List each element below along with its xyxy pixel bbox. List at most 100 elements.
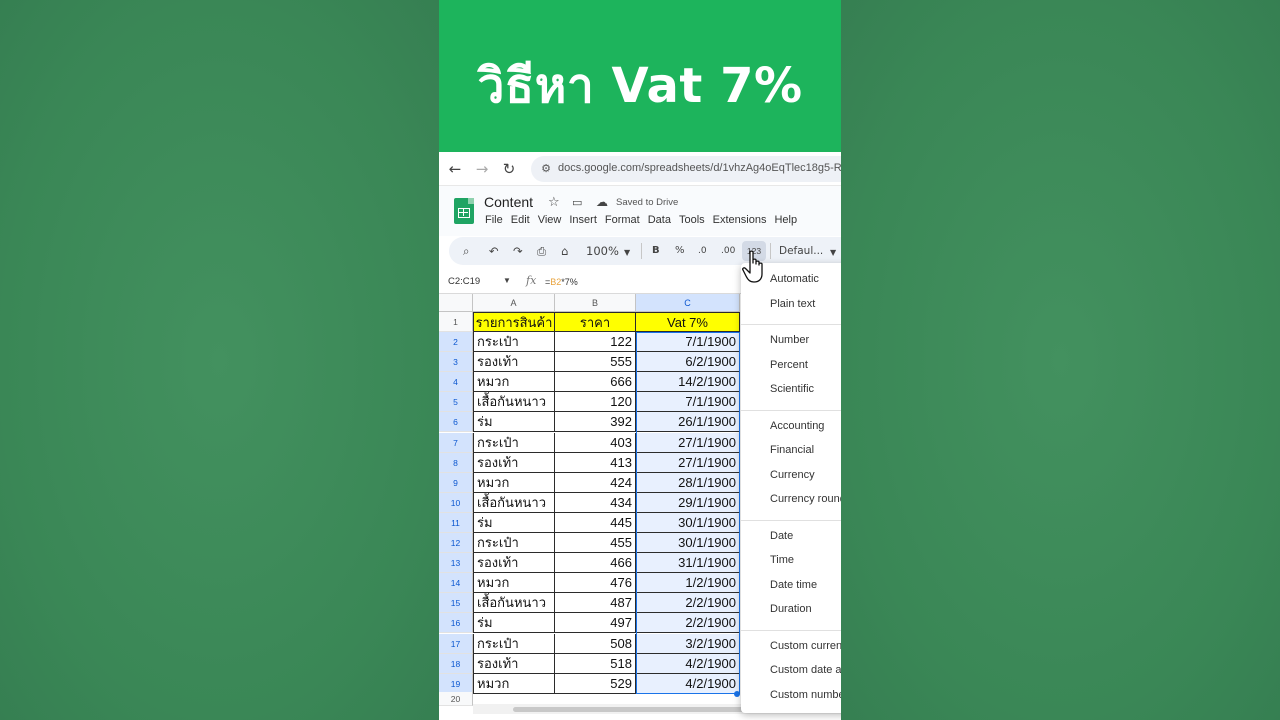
format-option-currency-round[interactable]: Currency round bbox=[770, 493, 841, 505]
print-icon[interactable]: ⎙ bbox=[537, 243, 546, 259]
menu-view[interactable]: View bbox=[538, 214, 562, 226]
row-header[interactable]: 15 bbox=[439, 593, 473, 614]
item-cell[interactable]: เสื้อกันหนาว bbox=[473, 593, 555, 614]
item-cell[interactable]: กระเป๋า bbox=[473, 533, 555, 553]
price-cell[interactable]: 392 bbox=[555, 412, 636, 433]
bold-button[interactable]: B bbox=[652, 243, 660, 259]
doc-title[interactable]: Content bbox=[484, 194, 533, 210]
item-cell[interactable]: ร่ม bbox=[473, 412, 555, 433]
format-option-scientific[interactable]: Scientific bbox=[770, 383, 814, 395]
price-cell[interactable]: 424 bbox=[555, 472, 636, 493]
menu-edit[interactable]: Edit bbox=[511, 214, 530, 226]
price-cell[interactable]: 466 bbox=[555, 553, 636, 574]
price-cell[interactable]: 445 bbox=[555, 512, 636, 533]
price-cell[interactable]: 529 bbox=[555, 673, 636, 694]
row-header[interactable]: 13 bbox=[439, 553, 473, 574]
sheets-logo-icon[interactable] bbox=[454, 198, 474, 224]
price-cell[interactable]: 434 bbox=[555, 492, 636, 513]
move-folder-icon[interactable]: ▭ bbox=[572, 196, 582, 209]
item-cell[interactable]: เสื้อกันหนาว bbox=[473, 392, 555, 413]
header-cell-price[interactable]: ราคา bbox=[555, 312, 636, 332]
reload-icon[interactable]: ↻ bbox=[498, 158, 520, 180]
column-header-c[interactable]: C bbox=[636, 294, 740, 312]
row-header[interactable]: 12 bbox=[439, 533, 473, 553]
menu-extensions[interactable]: Extensions bbox=[713, 214, 767, 226]
item-cell[interactable]: กระเป๋า bbox=[473, 633, 555, 654]
format-option-percent[interactable]: Percent bbox=[770, 359, 808, 371]
item-cell[interactable]: ร่ม bbox=[473, 512, 555, 533]
address-bar[interactable]: ⚙ docs.google.com/spreadsheets/d/1vhzAg4… bbox=[531, 156, 841, 182]
price-cell[interactable]: 122 bbox=[555, 332, 636, 352]
item-cell[interactable]: หมวก bbox=[473, 372, 555, 393]
format-option-duration[interactable]: Duration bbox=[770, 603, 812, 615]
item-cell[interactable]: กระเป๋า bbox=[473, 432, 555, 453]
row-header[interactable]: 4 bbox=[439, 372, 473, 393]
format-option-automatic[interactable]: Automatic bbox=[770, 273, 819, 285]
row-header[interactable]: 20 bbox=[439, 692, 473, 706]
format-option-number[interactable]: Number bbox=[770, 334, 809, 346]
decrease-decimal-button[interactable]: .0 bbox=[698, 243, 707, 259]
item-cell[interactable]: หมวก bbox=[473, 673, 555, 694]
format-option-custom-curren[interactable]: Custom curren bbox=[770, 640, 841, 652]
name-box[interactable]: C2:C19 bbox=[448, 276, 480, 287]
row-header[interactable]: 11 bbox=[439, 512, 473, 533]
scrollbar-thumb[interactable] bbox=[513, 707, 763, 712]
menu-tools[interactable]: Tools bbox=[679, 214, 705, 226]
row-header[interactable]: 18 bbox=[439, 653, 473, 674]
menu-insert[interactable]: Insert bbox=[569, 214, 597, 226]
row-header[interactable]: 19 bbox=[439, 673, 473, 694]
menu-format[interactable]: Format bbox=[605, 214, 640, 226]
format-option-plain-text[interactable]: Plain text bbox=[770, 298, 815, 310]
column-header-a[interactable]: A bbox=[473, 294, 555, 312]
format-option-custom-date-a[interactable]: Custom date a bbox=[770, 664, 841, 676]
format-option-date-time[interactable]: Date time bbox=[770, 579, 817, 591]
forward-icon[interactable]: → bbox=[471, 158, 493, 180]
name-box-dropdown-icon[interactable]: ▼ bbox=[503, 276, 511, 285]
price-cell[interactable]: 120 bbox=[555, 392, 636, 413]
price-cell[interactable]: 666 bbox=[555, 372, 636, 393]
item-cell[interactable]: รองเท้า bbox=[473, 452, 555, 473]
fill-handle[interactable] bbox=[734, 691, 740, 697]
price-cell[interactable]: 508 bbox=[555, 633, 636, 654]
back-icon[interactable]: ← bbox=[444, 158, 466, 180]
format-option-date[interactable]: Date bbox=[770, 530, 793, 542]
row-header[interactable]: 5 bbox=[439, 392, 473, 413]
menu-help[interactable]: Help bbox=[774, 214, 797, 226]
format-option-accounting[interactable]: Accounting bbox=[770, 420, 824, 432]
row-header[interactable]: 7 bbox=[439, 432, 473, 453]
formula-input[interactable]: =B2*7% bbox=[545, 277, 578, 287]
row-header[interactable]: 2 bbox=[439, 332, 473, 352]
price-cell[interactable]: 487 bbox=[555, 593, 636, 614]
menu-data[interactable]: Data bbox=[648, 214, 671, 226]
price-cell[interactable]: 413 bbox=[555, 452, 636, 473]
menu-file[interactable]: File bbox=[485, 214, 503, 226]
row-header[interactable]: 6 bbox=[439, 412, 473, 433]
row-header[interactable]: 10 bbox=[439, 492, 473, 513]
site-info-icon[interactable]: ⚙ bbox=[539, 162, 553, 176]
format-option-custom-numbe[interactable]: Custom numbe bbox=[770, 689, 841, 701]
format-option-currency[interactable]: Currency bbox=[770, 469, 815, 481]
row-header[interactable]: 8 bbox=[439, 452, 473, 473]
price-cell[interactable]: 455 bbox=[555, 533, 636, 553]
item-cell[interactable]: รองเท้า bbox=[473, 653, 555, 674]
item-cell[interactable]: เสื้อกันหนาว bbox=[473, 492, 555, 513]
zoom-dropdown-icon[interactable]: ▼ bbox=[624, 245, 630, 261]
row-header[interactable]: 16 bbox=[439, 613, 473, 634]
item-cell[interactable]: ร่ม bbox=[473, 613, 555, 634]
price-cell[interactable]: 403 bbox=[555, 432, 636, 453]
price-cell[interactable]: 518 bbox=[555, 653, 636, 674]
item-cell[interactable]: รองเท้า bbox=[473, 352, 555, 373]
format-option-financial[interactable]: Financial bbox=[770, 444, 814, 456]
item-cell[interactable]: หมวก bbox=[473, 472, 555, 493]
price-cell[interactable]: 555 bbox=[555, 352, 636, 373]
row-header[interactable]: 14 bbox=[439, 573, 473, 594]
increase-decimal-button[interactable]: .00 bbox=[721, 243, 735, 259]
price-cell[interactable]: 497 bbox=[555, 613, 636, 634]
header-cell-item[interactable]: รายการสินค้า bbox=[473, 312, 555, 332]
row-header[interactable]: 17 bbox=[439, 633, 473, 654]
select-all-corner[interactable] bbox=[439, 294, 473, 312]
paint-format-icon[interactable]: ⌂ bbox=[561, 243, 568, 259]
row-header[interactable]: 1 bbox=[439, 312, 473, 332]
item-cell[interactable]: กระเป๋า bbox=[473, 332, 555, 352]
percent-format-button[interactable]: % bbox=[675, 243, 685, 259]
